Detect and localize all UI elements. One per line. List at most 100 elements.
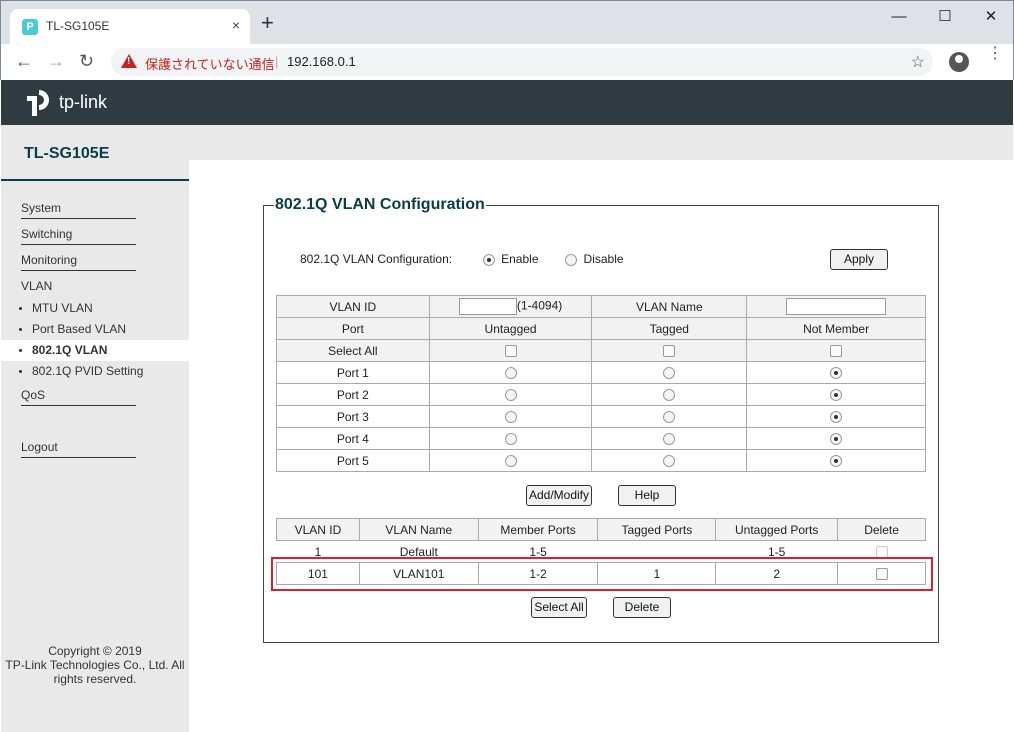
- port-untagged-radio[interactable]: [504, 367, 517, 380]
- vlan-id-cell: (1-4094): [428, 295, 593, 318]
- col-port: Port: [276, 317, 430, 340]
- port-option-cell: [746, 361, 926, 384]
- disable-radio[interactable]: [565, 253, 578, 266]
- vlan-id-input[interactable]: [458, 298, 517, 315]
- maximize-icon[interactable]: ☐: [935, 7, 955, 27]
- disable-label: Disable: [583, 252, 624, 266]
- port-option-cell: [428, 427, 593, 450]
- close-window-icon[interactable]: ✕: [981, 7, 1001, 27]
- port-rows: Port 1 Port 2 Port 3 Port 4 Port 5: [276, 361, 926, 472]
- sidebar-item-monitoring[interactable]: Monitoring: [21, 253, 136, 271]
- vlan-id-label: VLAN ID: [276, 295, 430, 318]
- browser-titlebar: P TL-SG105E × + — ☐ ✕: [0, 0, 1014, 45]
- table-row: Port 2: [276, 383, 926, 406]
- help-button[interactable]: Help: [618, 485, 676, 506]
- vlan-name-input[interactable]: [786, 298, 887, 315]
- enable-label: Enable: [501, 252, 539, 266]
- browser-menu-icon[interactable]: ⋮: [987, 46, 1003, 62]
- copyright-line: rights reserved.: [53, 672, 137, 686]
- port-name-cell: Port 1: [276, 361, 430, 384]
- port-name-cell: Port 4: [276, 427, 430, 450]
- col-tagged-ports: Tagged Ports: [597, 518, 717, 541]
- col-vlan-id: VLAN ID: [276, 518, 360, 541]
- sidebar-item-switching[interactable]: Switching: [21, 227, 136, 245]
- url-separator: |: [275, 54, 279, 69]
- new-tab-button[interactable]: +: [261, 12, 274, 34]
- select-all-tagged-checkbox[interactable]: [663, 345, 676, 358]
- port-option-cell: [591, 427, 748, 450]
- port-option-cell: [746, 405, 926, 428]
- col-member-ports: Member Ports: [477, 518, 599, 541]
- port-untagged-radio[interactable]: [504, 389, 517, 402]
- port-option-cell: [746, 427, 926, 450]
- tab-title: TL-SG105E: [46, 19, 110, 33]
- not-secure-warning-icon: [121, 54, 137, 68]
- config-label: 802.1Q VLAN Configuration:: [300, 252, 453, 266]
- copyright-line: TP-Link Technologies Co., Ltd. All: [5, 658, 185, 672]
- port-not-member-radio[interactable]: [830, 367, 843, 380]
- port-option-cell: [428, 361, 593, 384]
- sidebar-sub-pvid-setting[interactable]: 802.1Q PVID Setting: [19, 364, 143, 378]
- enable-radio[interactable]: [482, 253, 495, 266]
- sub-item-label: 802.1Q PVID Setting: [32, 364, 144, 378]
- port-not-member-radio[interactable]: [830, 411, 843, 424]
- port-untagged-radio[interactable]: [504, 455, 517, 468]
- forward-icon[interactable]: →: [47, 50, 65, 72]
- sidebar-sub-port-based-vlan[interactable]: Port Based VLAN: [19, 322, 126, 336]
- port-tagged-radio[interactable]: [663, 433, 676, 446]
- sidebar-sub-mtu-vlan[interactable]: MTU VLAN: [19, 301, 93, 315]
- back-icon[interactable]: ←: [15, 50, 33, 72]
- port-tagged-radio[interactable]: [663, 389, 676, 402]
- select-all-cell: [428, 339, 593, 362]
- port-tagged-radio[interactable]: [663, 411, 676, 424]
- add-modify-button[interactable]: Add/Modify: [526, 485, 592, 506]
- port-tagged-radio[interactable]: [663, 367, 676, 380]
- bullet-icon: [19, 349, 22, 353]
- sidebar-item-system[interactable]: System: [21, 201, 136, 219]
- port-option-cell: [746, 383, 926, 406]
- reload-icon[interactable]: ↻: [79, 50, 94, 72]
- security-status[interactable]: 保護されていない通信: [145, 54, 275, 73]
- port-untagged-radio[interactable]: [504, 433, 517, 446]
- apply-button[interactable]: Apply: [830, 249, 888, 270]
- port-not-member-radio[interactable]: [830, 433, 843, 446]
- model-bar: TL-SG105E: [1, 125, 1013, 162]
- col-untagged: Untagged: [428, 317, 593, 340]
- tab-close-icon[interactable]: ×: [232, 17, 240, 33]
- col-untagged-ports: Untagged Ports: [715, 518, 839, 541]
- bookmark-star-icon[interactable]: ☆: [911, 52, 925, 72]
- port-option-cell: [591, 449, 748, 472]
- port-tagged-radio[interactable]: [663, 455, 676, 468]
- table-row: Select All: [276, 339, 926, 362]
- address-bar[interactable]: 保護されていない通信 | 192.168.0.1 ☆: [111, 48, 933, 76]
- col-delete: Delete: [837, 518, 926, 541]
- port-name-cell: Port 5: [276, 449, 430, 472]
- tplink-logo-icon: [27, 90, 49, 116]
- sub-item-label: 802.1Q VLAN: [32, 343, 108, 357]
- browser-tab[interactable]: P TL-SG105E ×: [10, 9, 250, 45]
- sidebar-sub-8021q-vlan[interactable]: 802.1Q VLAN: [19, 343, 107, 357]
- sidebar-item-vlan[interactable]: VLAN: [21, 279, 136, 296]
- port-untagged-radio[interactable]: [504, 411, 517, 424]
- select-all-label: Select All: [276, 339, 430, 362]
- sidebar-item-logout[interactable]: Logout: [21, 440, 136, 458]
- table-row: VLAN ID (1-4094) VLAN Name: [276, 295, 926, 318]
- select-all-button[interactable]: Select All: [531, 597, 587, 618]
- delete-button[interactable]: Delete: [613, 597, 671, 618]
- bullet-icon: [19, 307, 22, 311]
- minimize-icon[interactable]: —: [889, 7, 909, 27]
- config-row: 802.1Q VLAN Configuration: Enable Disabl…: [300, 252, 624, 266]
- select-all-cell: [746, 339, 926, 362]
- select-all-not-member-checkbox[interactable]: [830, 345, 843, 358]
- col-vlan-name: VLAN Name: [358, 518, 479, 541]
- profile-avatar-icon[interactable]: [949, 52, 969, 72]
- select-all-untagged-checkbox[interactable]: [504, 345, 517, 358]
- port-not-member-radio[interactable]: [830, 455, 843, 468]
- sidebar-item-qos[interactable]: QoS: [21, 388, 136, 406]
- bullet-icon: [19, 328, 22, 332]
- table-row: Port 4: [276, 427, 926, 450]
- copyright-line: Copyright © 2019: [48, 644, 142, 658]
- url-text[interactable]: 192.168.0.1: [287, 54, 356, 69]
- port-not-member-radio[interactable]: [830, 389, 843, 402]
- copyright: Copyright © 2019 TP-Link Technologies Co…: [1, 644, 189, 686]
